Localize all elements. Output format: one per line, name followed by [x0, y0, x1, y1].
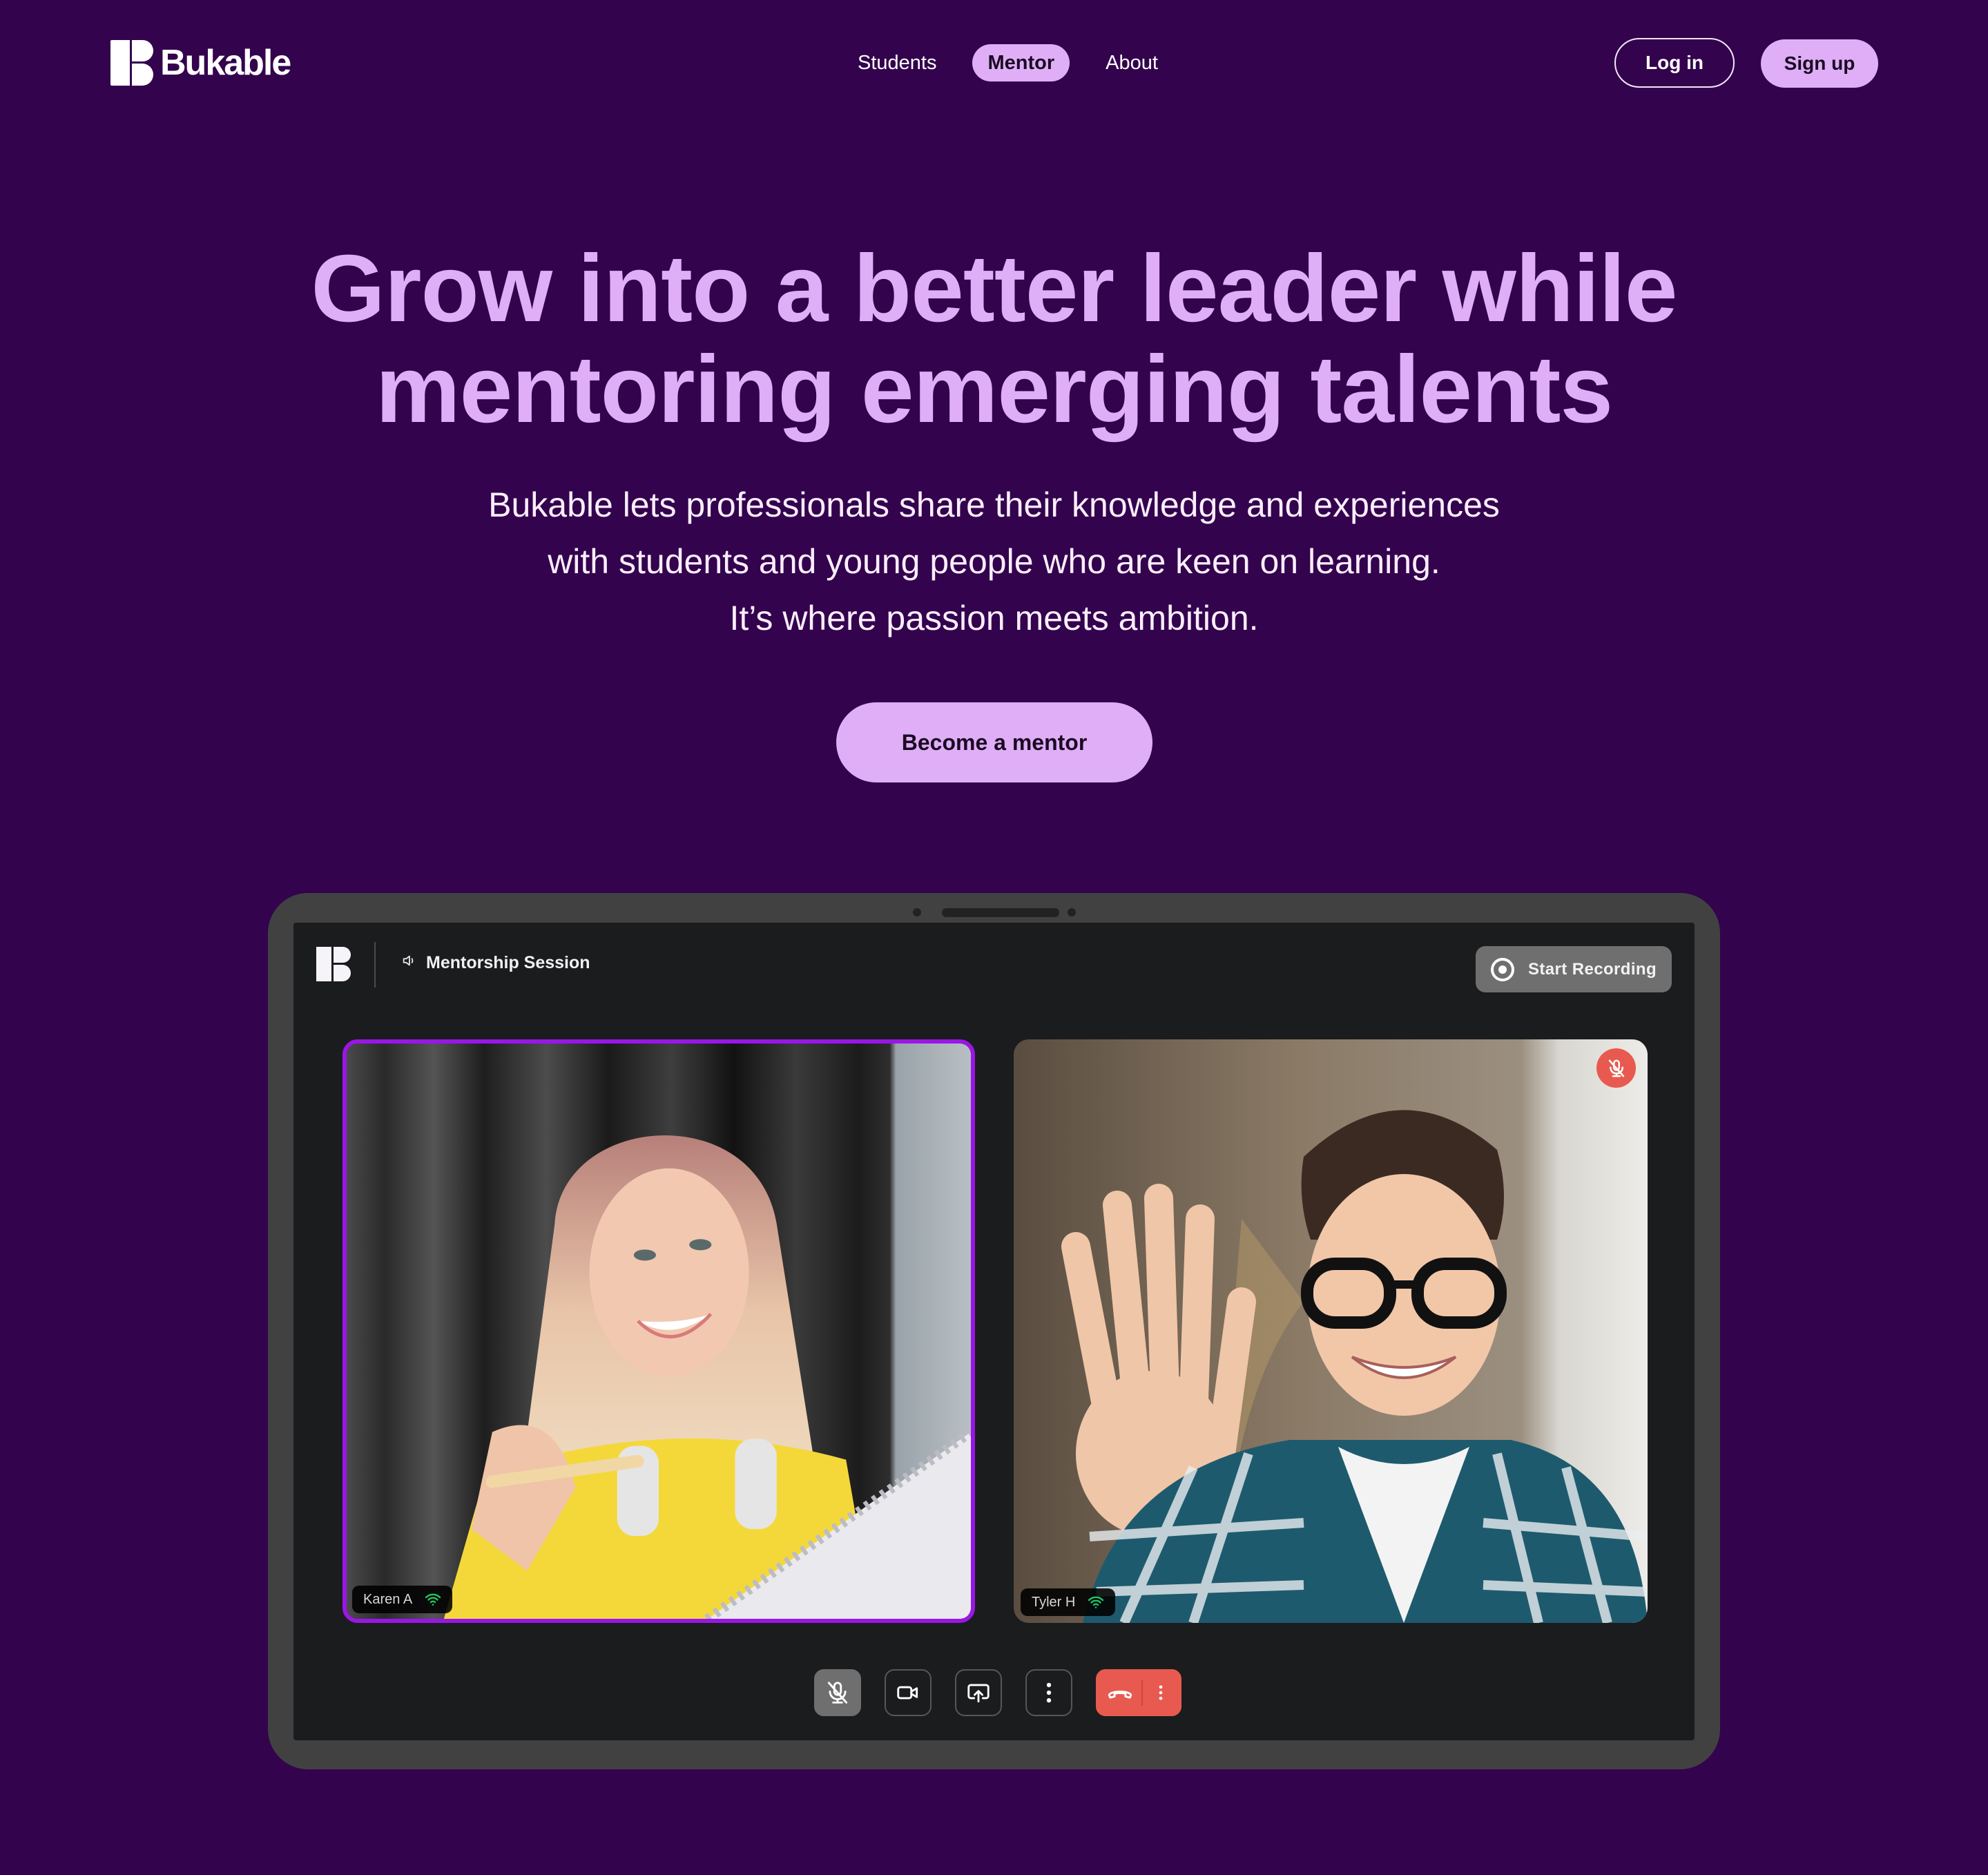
- participant-video-tyler: [1014, 1039, 1648, 1623]
- tablet-mockup: Mentorship Session Start Recording Karen…: [268, 893, 1720, 1769]
- header-divider: [374, 942, 376, 988]
- signup-button[interactable]: Sign up: [1761, 39, 1878, 88]
- end-call-options-icon[interactable]: [1151, 1680, 1170, 1706]
- end-call-divider: [1141, 1680, 1143, 1706]
- nav-item-students[interactable]: Students: [842, 44, 952, 81]
- sensor-dot: [1068, 908, 1076, 916]
- subtitle-line-3: It’s where passion meets ambition.: [729, 599, 1259, 637]
- start-recording-label: Start Recording: [1528, 959, 1657, 979]
- call-controls: [293, 1669, 1695, 1716]
- more-options-button[interactable]: [1025, 1669, 1072, 1716]
- hang-up-icon: [1108, 1690, 1132, 1699]
- participant-name: Tyler H: [1032, 1594, 1076, 1610]
- screen-share-icon: [967, 1684, 990, 1703]
- nav-item-mentor[interactable]: Mentor: [972, 44, 1070, 81]
- main-nav: Students Mentor About: [842, 44, 1194, 81]
- camera-dot: [913, 908, 921, 916]
- participant-video-karen: [347, 1044, 971, 1619]
- participant-muted-icon: [1596, 1048, 1636, 1088]
- nav-item-about[interactable]: About: [1090, 44, 1173, 81]
- end-call-button[interactable]: [1095, 1669, 1181, 1716]
- brand-logo[interactable]: Bukable: [110, 40, 291, 86]
- subtitle-line-1: Bukable lets professionals share their k…: [488, 485, 1500, 524]
- mic-off-icon: [827, 1682, 847, 1704]
- mute-toggle-button[interactable]: [813, 1669, 861, 1716]
- participant-name-badge: Karen A: [352, 1586, 453, 1613]
- video-camera-icon: [896, 1686, 918, 1700]
- login-button[interactable]: Log in: [1614, 38, 1735, 88]
- signal-strength-icon: [425, 1593, 441, 1606]
- subtitle-line-2: with students and young people who are k…: [548, 542, 1440, 581]
- signal-strength-icon: [1088, 1595, 1104, 1609]
- brand-name: Bukable: [160, 43, 291, 83]
- hero-subtitle: Bukable lets professionals share their k…: [0, 477, 1988, 646]
- session-title: Mentorship Session: [401, 953, 590, 973]
- session-title-text: Mentorship Session: [426, 953, 590, 972]
- camera-toggle-button[interactable]: [884, 1669, 932, 1716]
- hero-headline: Grow into a better leader while mentorin…: [0, 238, 1988, 440]
- participant-name-badge: Tyler H: [1021, 1588, 1116, 1616]
- record-icon: [1491, 957, 1514, 981]
- video-tile-karen[interactable]: Karen A: [342, 1039, 975, 1623]
- become-mentor-button[interactable]: Become a mentor: [836, 702, 1152, 782]
- participant-name: Karen A: [363, 1591, 413, 1607]
- logo-mark-icon: [110, 40, 153, 86]
- app-logo-icon: [316, 947, 351, 981]
- video-call-screen: Mentorship Session Start Recording Karen…: [293, 923, 1695, 1740]
- headline-line-2: mentoring emerging talents: [375, 336, 1613, 443]
- speaker-grille: [942, 908, 1059, 917]
- speaker-icon: [401, 953, 416, 973]
- headline-line-1: Grow into a better leader while: [311, 235, 1677, 342]
- more-vertical-icon: [1046, 1682, 1051, 1703]
- share-screen-button[interactable]: [954, 1669, 1002, 1716]
- start-recording-button[interactable]: Start Recording: [1476, 946, 1672, 992]
- video-tile-tyler[interactable]: Tyler H: [1014, 1039, 1648, 1623]
